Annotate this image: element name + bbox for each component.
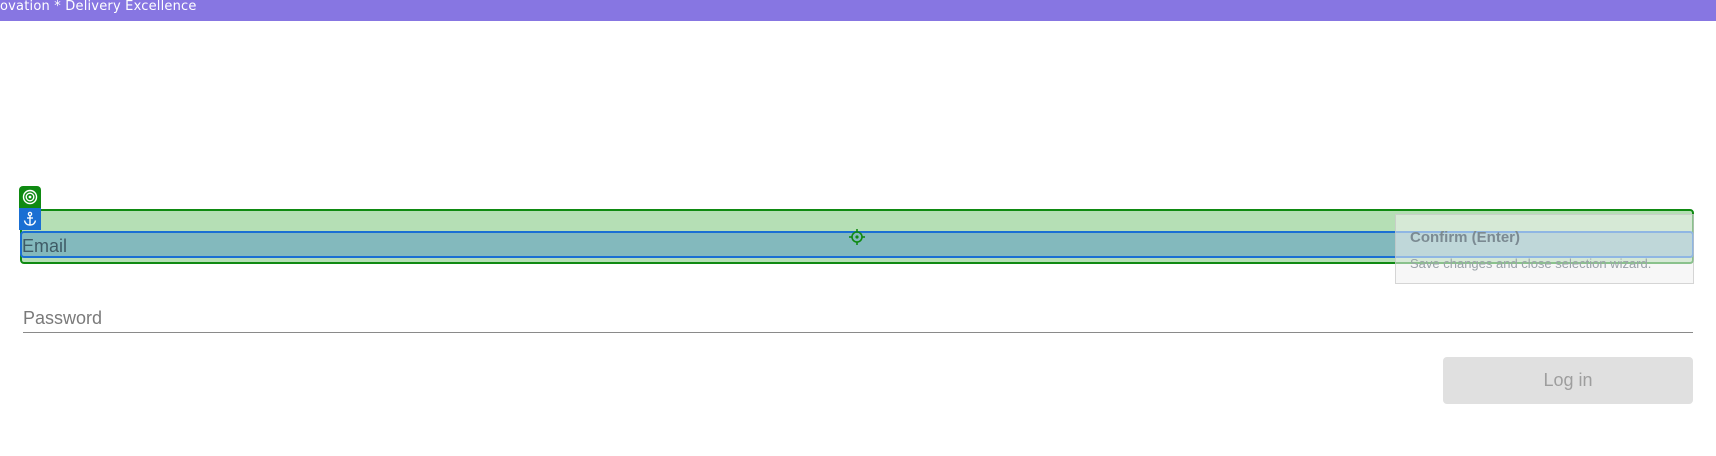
tooltip-description: Save changes and close selection wizard. <box>1410 256 1652 271</box>
crosshair-icon <box>849 229 865 245</box>
banner-text: ovation * Delivery Excellence <box>0 0 197 14</box>
target-icon[interactable] <box>19 186 41 208</box>
login-page: ovation * Delivery Excellence Confirm (E… <box>0 0 1716 456</box>
anchor-icon[interactable] <box>19 208 41 230</box>
tooltip-title: Confirm (Enter) <box>1410 229 1520 246</box>
top-banner: ovation * Delivery Excellence <box>0 0 1716 21</box>
password-field[interactable] <box>23 305 1693 333</box>
confirm-tooltip: Confirm (Enter) Save changes and close s… <box>1395 214 1694 284</box>
login-button[interactable]: Log in <box>1443 357 1693 404</box>
